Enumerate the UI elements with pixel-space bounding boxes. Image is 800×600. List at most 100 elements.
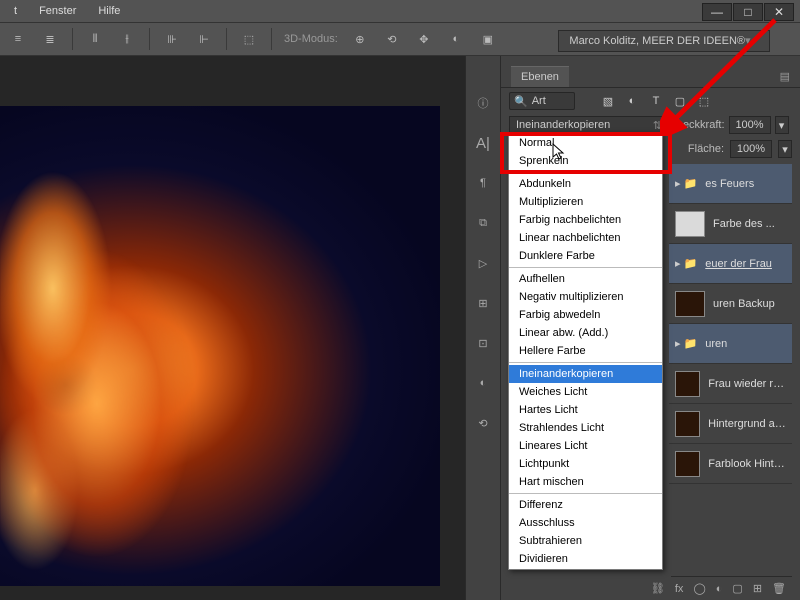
- layer-row[interactable]: Farbe des ...: [669, 204, 792, 244]
- new-layer-icon[interactable]: ⊞: [753, 582, 762, 595]
- panel-menu-icon[interactable]: ▤: [780, 70, 790, 83]
- align-icon[interactable]: ≡: [8, 29, 28, 49]
- layer-row[interactable]: ▸ 📁euer der Frau: [669, 244, 792, 284]
- group-icon[interactable]: ▢: [732, 582, 742, 595]
- blend-mode-option[interactable]: Linear abw. (Add.): [509, 324, 662, 342]
- blend-mode-option[interactable]: Hellere Farbe: [509, 342, 662, 360]
- blend-mode-option[interactable]: Farbig abwedeln: [509, 306, 662, 324]
- layer-name: uren Backup: [713, 298, 775, 310]
- layer-name: uren: [705, 338, 727, 350]
- layer-panel-footer: ⛓ fx ◯ ◐ ▢ ⊞ 🗑: [671, 576, 792, 600]
- menu-bar: t Fenster Hilfe: [0, 0, 800, 22]
- filter-type-icon[interactable]: T: [647, 93, 665, 109]
- layer-row[interactable]: uren Backup: [669, 284, 792, 324]
- layer-row[interactable]: Hintergrund abdu...: [669, 404, 792, 444]
- layer-name: Frau wieder rötlic...: [708, 378, 786, 390]
- blend-mode-option[interactable]: Aufhellen: [509, 270, 662, 288]
- layer-thumbnail: [675, 291, 705, 317]
- layer-fx-icon[interactable]: fx: [675, 583, 684, 595]
- info-icon[interactable]: ⓘ: [472, 92, 494, 114]
- color-icon[interactable]: ⊡: [472, 332, 494, 354]
- fill-slider-button[interactable]: ▾: [778, 140, 792, 158]
- blend-mode-option[interactable]: Lineares Licht: [509, 437, 662, 455]
- canvas-image: [0, 106, 440, 586]
- menu-item-hilfe[interactable]: Hilfe: [88, 2, 130, 20]
- tab-ebenen[interactable]: Ebenen: [511, 66, 569, 87]
- history-icon[interactable]: ⟲: [472, 412, 494, 434]
- blend-mode-menu[interactable]: NormalSprenkelnAbdunkelnMultiplizierenFa…: [508, 132, 663, 570]
- adjustments-icon[interactable]: ◐: [472, 372, 494, 394]
- blend-mode-option[interactable]: Abdunkeln: [509, 175, 662, 193]
- chevron-down-icon: ▾: [745, 34, 759, 48]
- layer-name: Farbe des ...: [713, 218, 775, 230]
- blend-mode-option[interactable]: Farbig nachbelichten: [509, 211, 662, 229]
- blend-mode-option[interactable]: Lichtpunkt: [509, 455, 662, 473]
- 3d-tool-3[interactable]: ✥: [414, 29, 434, 49]
- layer-list: ▸ 📁es FeuersFarbe des ...▸ 📁euer der Fra…: [669, 164, 792, 590]
- chevron-updown-icon: ⇅: [653, 119, 662, 132]
- layer-name: euer der Frau: [705, 258, 772, 270]
- blend-mode-option[interactable]: Hartes Licht: [509, 401, 662, 419]
- canvas-area: [0, 56, 465, 600]
- layer-filter-search[interactable]: 🔍 Art: [509, 92, 575, 110]
- blend-mode-option[interactable]: Dividieren: [509, 550, 662, 568]
- paragraph-icon[interactable]: ¶: [472, 172, 494, 194]
- fill-input[interactable]: 100%: [730, 140, 772, 158]
- blend-mode-value: Ineinanderkopieren: [516, 119, 610, 131]
- separator: [271, 28, 272, 50]
- spacing-icon[interactable]: ⊪: [162, 29, 182, 49]
- distribute-icon[interactable]: ⫴: [85, 29, 105, 49]
- separator: [149, 28, 150, 50]
- 3d-tool-2[interactable]: ⟲: [382, 29, 402, 49]
- trash-icon[interactable]: 🗑: [772, 582, 786, 595]
- blend-mode-option[interactable]: Hart mischen: [509, 473, 662, 491]
- play-icon[interactable]: ▷: [472, 252, 494, 274]
- layer-row[interactable]: Farblook Hintergr...: [669, 444, 792, 484]
- link-layers-icon[interactable]: ⛓: [651, 582, 665, 595]
- filter-smart-icon[interactable]: ⬚: [695, 93, 713, 109]
- blend-mode-option[interactable]: Ausschluss: [509, 514, 662, 532]
- blend-mode-option[interactable]: Dunklere Farbe: [509, 247, 662, 265]
- opacity-slider-button[interactable]: ▾: [775, 116, 789, 134]
- blend-mode-option[interactable]: Strahlendes Licht: [509, 419, 662, 437]
- document-canvas[interactable]: [0, 106, 440, 586]
- blend-mode-option[interactable]: Weiches Licht: [509, 383, 662, 401]
- layer-row[interactable]: ▸ 📁es Feuers: [669, 164, 792, 204]
- layer-thumbnail: [675, 371, 700, 397]
- opacity-input[interactable]: 100%: [729, 116, 771, 134]
- blend-mode-option[interactable]: Sprenkeln: [509, 152, 662, 170]
- blend-mode-option[interactable]: Linear nachbelichten: [509, 229, 662, 247]
- blend-mode-option[interactable]: Normal: [509, 134, 662, 152]
- blend-mode-option[interactable]: Negativ multiplizieren: [509, 288, 662, 306]
- clone-icon[interactable]: ⧉: [472, 212, 494, 234]
- 3d-tool-5[interactable]: ▣: [478, 29, 498, 49]
- spacing-icon-2[interactable]: ⊩: [194, 29, 214, 49]
- layer-row[interactable]: Frau wieder rötlic...: [669, 364, 792, 404]
- layer-mask-icon[interactable]: ◯: [693, 582, 705, 595]
- 3d-icon[interactable]: ⬚: [239, 29, 259, 49]
- 3d-tool-4[interactable]: ◐: [446, 29, 466, 49]
- filter-adjust-icon[interactable]: ◐: [623, 93, 641, 109]
- menu-item-t[interactable]: t: [4, 2, 27, 20]
- menu-item-fenster[interactable]: Fenster: [29, 2, 86, 20]
- blend-mode-option[interactable]: Multiplizieren: [509, 193, 662, 211]
- search-icon: 🔍: [514, 95, 528, 108]
- character-icon[interactable]: A|: [472, 132, 494, 154]
- maximize-button[interactable]: □: [733, 3, 763, 21]
- folder-icon: ▸ 📁: [675, 177, 697, 190]
- layer-row[interactable]: ▸ 📁uren: [669, 324, 792, 364]
- swatches-icon[interactable]: ⊞: [472, 292, 494, 314]
- distribute-icon-2[interactable]: ⫲: [117, 29, 137, 49]
- close-button[interactable]: ✕: [764, 3, 794, 21]
- blend-mode-option[interactable]: Ineinanderkopieren: [509, 365, 662, 383]
- filter-pixel-icon[interactable]: ▧: [599, 93, 617, 109]
- separator: [72, 28, 73, 50]
- adjustment-layer-icon[interactable]: ◐: [716, 583, 723, 595]
- filter-shape-icon[interactable]: ▢: [671, 93, 689, 109]
- align-icon-2[interactable]: ≣: [40, 29, 60, 49]
- blend-mode-option[interactable]: Subtrahieren: [509, 532, 662, 550]
- minimize-button[interactable]: —: [702, 3, 732, 21]
- workspace-selector[interactable]: Marco Kolditz, MEER DER IDEEN® ▾: [558, 30, 770, 52]
- 3d-tool-1[interactable]: ⊕: [350, 29, 370, 49]
- blend-mode-option[interactable]: Differenz: [509, 496, 662, 514]
